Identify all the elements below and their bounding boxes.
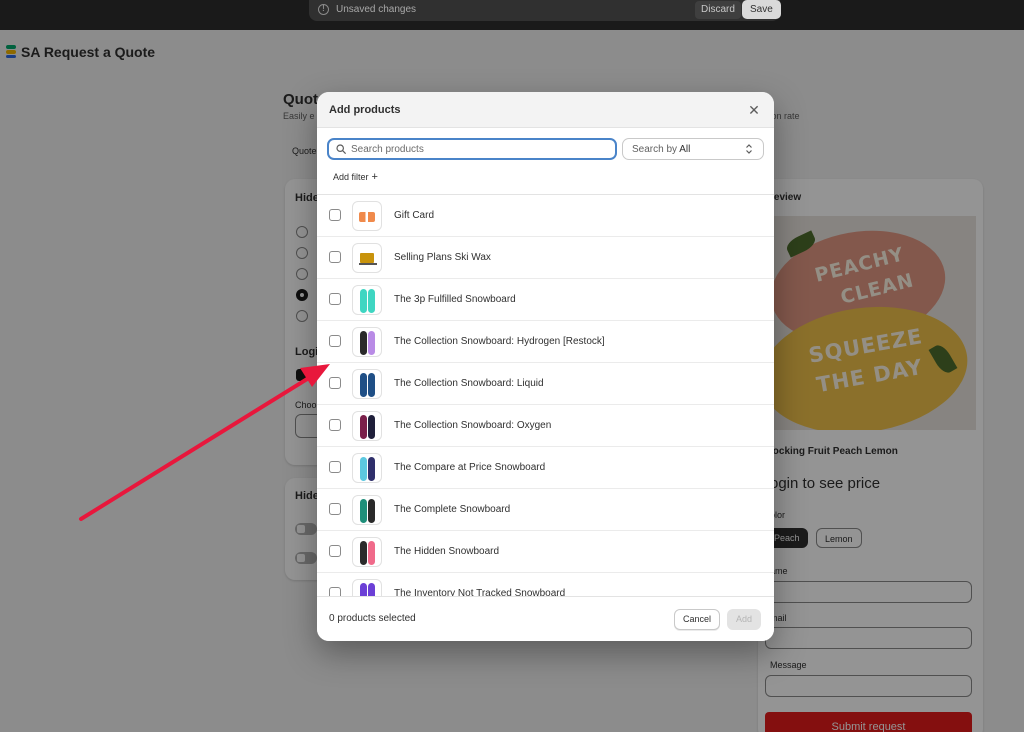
product-thumbnail	[352, 285, 382, 315]
product-thumbnail	[352, 411, 382, 441]
product-row[interactable]: The Compare at Price Snowboard	[317, 447, 774, 489]
product-thumbnail	[352, 369, 382, 399]
snowboard-icon	[368, 541, 375, 565]
product-name: The Inventory Not Tracked Snowboard	[394, 588, 566, 596]
search-by-select[interactable]: Search by All	[622, 138, 764, 160]
product-name: The Complete Snowboard	[394, 504, 511, 515]
close-icon[interactable]: ✕	[747, 103, 761, 117]
product-checkbox[interactable]	[329, 503, 341, 515]
modal-header: Add products ✕	[317, 92, 774, 128]
contextual-save-bar: ! Unsaved changes Discard Save	[309, 0, 781, 21]
product-thumbnail	[352, 537, 382, 567]
search-field[interactable]	[327, 138, 617, 160]
gift-card-icon	[359, 212, 375, 222]
product-checkbox[interactable]	[329, 461, 341, 473]
ski-wax-base	[359, 263, 377, 265]
product-row[interactable]: Selling Plans Ski Wax	[317, 237, 774, 279]
product-checkbox[interactable]	[329, 545, 341, 557]
cancel-button[interactable]: Cancel	[674, 609, 720, 630]
snowboard-icon	[368, 457, 375, 481]
search-input[interactable]	[351, 142, 613, 157]
snowboard-icon	[360, 331, 367, 355]
add-products-modal: Add products ✕ Search by All Add filter+…	[317, 92, 774, 641]
product-row[interactable]: The Collection Snowboard: Hydrogen [Rest…	[317, 321, 774, 363]
product-row[interactable]: The Collection Snowboard: Liquid	[317, 363, 774, 405]
save-button[interactable]: Save	[742, 0, 781, 19]
search-by-label: Search by	[632, 144, 678, 155]
modal-footer: 0 products selected Cancel Add	[317, 596, 774, 641]
snowboard-icon	[368, 289, 375, 313]
snowboard-icon	[360, 373, 367, 397]
product-row[interactable]: The Complete Snowboard	[317, 489, 774, 531]
product-row[interactable]: The Hidden Snowboard	[317, 531, 774, 573]
product-checkbox[interactable]	[329, 293, 341, 305]
product-list[interactable]: Gift Card Selling Plans Ski Wax The 3p Ful…	[317, 194, 774, 596]
add-filter-button[interactable]: Add filter +	[328, 168, 383, 186]
product-checkbox[interactable]	[329, 419, 341, 431]
snowboard-icon	[360, 541, 367, 565]
product-checkbox[interactable]	[329, 377, 341, 389]
product-thumbnail	[352, 243, 382, 273]
discard-button[interactable]: Discard	[695, 1, 741, 19]
unsaved-changes-text: Unsaved changes	[336, 4, 417, 15]
product-row[interactable]: The Inventory Not Tracked Snowboard	[317, 573, 774, 596]
add-filter-label: Add filter	[333, 172, 369, 182]
snowboard-icon	[368, 499, 375, 523]
product-thumbnail	[352, 495, 382, 525]
snowboard-icon	[360, 289, 367, 313]
product-name: The Compare at Price Snowboard	[394, 462, 546, 473]
selected-count: 0 products selected	[329, 613, 416, 624]
product-row[interactable]: Gift Card	[317, 195, 774, 237]
product-name: The Collection Snowboard: Hydrogen [Rest…	[394, 336, 605, 347]
ski-wax-icon	[360, 253, 374, 263]
product-name: Selling Plans Ski Wax	[394, 252, 491, 263]
snowboard-icon	[368, 583, 375, 596]
select-updown-icon	[746, 144, 752, 154]
search-icon	[336, 144, 346, 154]
snowboard-icon	[360, 457, 367, 481]
snowboard-icon	[360, 583, 367, 596]
product-checkbox[interactable]	[329, 251, 341, 263]
product-thumbnail	[352, 579, 382, 596]
plus-icon: +	[371, 171, 378, 183]
top-bar: ! Unsaved changes Discard Save	[0, 0, 1024, 30]
product-thumbnail	[352, 453, 382, 483]
snowboard-icon	[368, 415, 375, 439]
product-name: The Hidden Snowboard	[394, 546, 500, 557]
add-button: Add	[727, 609, 761, 630]
modal-title: Add products	[329, 104, 401, 116]
snowboard-icon	[360, 415, 367, 439]
product-checkbox[interactable]	[329, 587, 341, 596]
warning-icon: !	[318, 4, 329, 15]
product-row[interactable]: The Collection Snowboard: Oxygen	[317, 405, 774, 447]
product-checkbox[interactable]	[329, 335, 341, 347]
product-name: Gift Card	[394, 210, 435, 221]
snowboard-icon	[360, 499, 367, 523]
search-by-value: All	[679, 144, 691, 155]
product-name: The Collection Snowboard: Liquid	[394, 378, 544, 389]
snowboard-icon	[368, 331, 375, 355]
product-checkbox[interactable]	[329, 209, 341, 221]
product-name: The 3p Fulfilled Snowboard	[394, 294, 516, 305]
product-thumbnail	[352, 327, 382, 357]
snowboard-icon	[368, 373, 375, 397]
product-row[interactable]: The 3p Fulfilled Snowboard	[317, 279, 774, 321]
product-name: The Collection Snowboard: Oxygen	[394, 420, 552, 431]
product-thumbnail	[352, 201, 382, 231]
